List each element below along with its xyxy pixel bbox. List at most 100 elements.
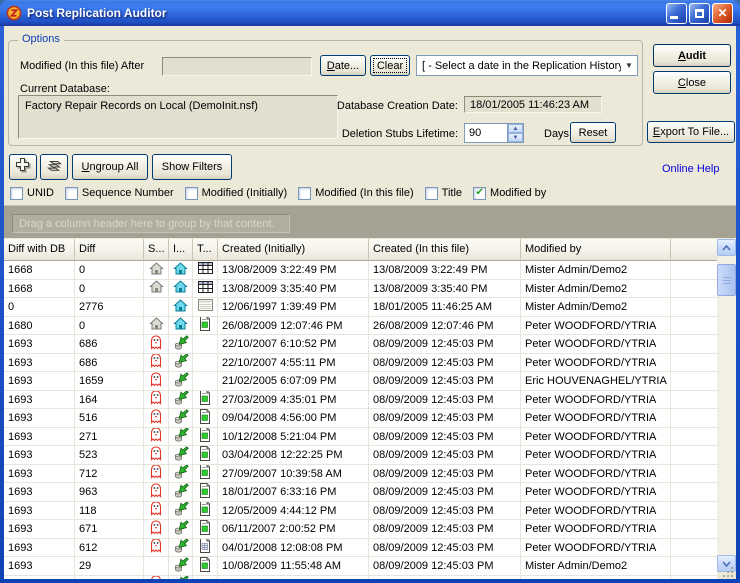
table-row[interactable] [4, 576, 717, 580]
cell-filler [671, 483, 717, 502]
table-row[interactable]: 1693 118 12/05/2009 4:44:12 PM 08/09/200… [4, 502, 717, 521]
cell-modified-by: Peter WOODFORD/YTRIA [521, 409, 671, 428]
cell-modified-by: Peter WOODFORD/YTRIA [521, 520, 671, 539]
column-header-i[interactable]: I... [169, 239, 193, 261]
modified-after-input[interactable] [162, 57, 312, 76]
audit-button[interactable]: Audit [653, 44, 731, 67]
cell-modified-by: Mister Admin/Demo2 [521, 261, 671, 280]
current-database-value: Factory Repair Records on Local (DemoIni… [18, 95, 338, 139]
checkbox[interactable] [425, 187, 438, 200]
deletion-stubs-stepper[interactable]: 90 ▲ ▼ [464, 123, 524, 143]
cell-t-icon [193, 298, 218, 317]
table-row[interactable]: 1693 516 09/04/2008 4:56:00 PM 08/09/200… [4, 409, 717, 428]
checkbox[interactable] [298, 187, 311, 200]
minimize-button[interactable] [666, 3, 687, 24]
resize-grip[interactable] [722, 566, 734, 578]
cell-diff: 686 [75, 335, 144, 354]
table-row[interactable]: 1693 686 22/10/2007 4:55:11 PM 08/09/200… [4, 354, 717, 373]
checkbox-label: Modified by [490, 187, 546, 199]
ghost-icon [149, 539, 163, 557]
grouping-drop-zone[interactable]: Drag a column header here to group by th… [4, 205, 736, 238]
table-row[interactable]: 1693 712 27/09/2007 10:39:58 AM 08/09/20… [4, 465, 717, 484]
reset-button[interactable]: Reset [570, 122, 616, 143]
grouping-hint: Drag a column header here to group by th… [12, 214, 290, 233]
table-row[interactable]: 1668 0 13/08/2009 3:35:40 PM 13/08/2009 … [4, 280, 717, 299]
vertical-scrollbar[interactable] [717, 239, 736, 572]
cell-diff: 516 [75, 409, 144, 428]
chevron-down-icon[interactable]: ▼ [621, 61, 637, 70]
expand-groups-button[interactable] [9, 154, 37, 180]
column-header-created-initially[interactable]: Created (Initially) [218, 239, 369, 261]
column-header-created-in-file[interactable]: Created (In this file) [369, 239, 521, 261]
cell-created-initially: 10/08/2009 11:55:48 AM [218, 557, 369, 576]
table-row[interactable]: 1693 164 27/03/2009 4:35:01 PM 08/09/200… [4, 391, 717, 410]
table-row[interactable]: 1693 686 22/10/2007 6:10:52 PM 08/09/200… [4, 335, 717, 354]
cell-diff-with-db: 1680 [4, 317, 75, 336]
spin-down-button[interactable]: ▼ [508, 133, 523, 142]
table-row[interactable]: 1693 1659 21/02/2005 6:07:09 PM 08/09/20… [4, 372, 717, 391]
cell-modified-by: Peter WOODFORD/YTRIA [521, 483, 671, 502]
online-help-link[interactable]: Online Help [662, 163, 719, 175]
cell-t-icon [193, 557, 218, 576]
cell-filler [671, 539, 717, 558]
cell-filler [671, 298, 717, 317]
spin-up-button[interactable]: ▲ [508, 124, 523, 133]
deletion-stubs-value[interactable]: 90 [465, 124, 507, 142]
doc-icon [199, 465, 211, 483]
cell-filler [671, 280, 717, 299]
column-header-t[interactable]: T... [193, 239, 218, 261]
cell-t-icon [193, 372, 218, 391]
export-to-file-button[interactable]: Export To File... [647, 121, 735, 143]
checkbox[interactable] [65, 187, 78, 200]
close-window-button[interactable]: ✕ [712, 3, 733, 24]
checkbox[interactable] [185, 187, 198, 200]
checkbox-label: Title [442, 187, 462, 199]
table-row[interactable]: 1693 29 10/08/2009 11:55:48 AM 08/09/200… [4, 557, 717, 576]
column-toggle[interactable]: UNID [10, 187, 54, 200]
column-header-s[interactable]: S... [144, 239, 169, 261]
cell-created-initially: 27/09/2007 10:39:58 AM [218, 465, 369, 484]
column-toggle[interactable]: Modified (Initially) [185, 187, 288, 200]
replication-history-dropdown[interactable]: [ - Select a date in the Replication His… [416, 55, 638, 76]
ungroup-all-button[interactable]: Ungroup All [72, 154, 148, 180]
date-button[interactable]: Date... [320, 55, 366, 76]
column-header-modified-by[interactable]: Modified by [521, 239, 671, 261]
table-row[interactable]: 1693 612 04/01/2008 12:08:08 PM 08/09/20… [4, 539, 717, 558]
cell-filler [671, 557, 717, 576]
table-row[interactable]: 1693 671 06/11/2007 2:00:52 PM 08/09/200… [4, 520, 717, 539]
collapse-groups-button[interactable] [40, 154, 68, 180]
table-row[interactable]: 1693 963 18/01/2007 6:33:16 PM 08/09/200… [4, 483, 717, 502]
close-button[interactable]: Close [653, 71, 731, 94]
table-row[interactable]: 1693 523 03/04/2008 12:22:25 PM 08/09/20… [4, 446, 717, 465]
cell-filler [671, 372, 717, 391]
column-toggle[interactable]: ✔ Modified by [473, 187, 546, 200]
column-toggle[interactable]: Sequence Number [65, 187, 174, 200]
doc-icon [199, 483, 211, 501]
table-row[interactable]: 1693 271 10/12/2008 5:21:04 PM 08/09/200… [4, 428, 717, 447]
show-filters-button[interactable]: Show Filters [152, 154, 232, 180]
cell-s-icon [144, 557, 169, 576]
cell-modified-by: Peter WOODFORD/YTRIA [521, 502, 671, 521]
table-row[interactable]: 1680 0 26/08/2009 12:07:46 PM 26/08/2009… [4, 317, 717, 336]
ghost-icon [149, 409, 163, 427]
checkbox[interactable] [10, 187, 23, 200]
column-header-diff[interactable]: Diff [75, 239, 144, 261]
scroll-up-button[interactable] [717, 239, 736, 256]
column-header-diff-with-db[interactable]: Diff with DB [4, 239, 75, 261]
maximize-button[interactable] [689, 3, 710, 24]
cell-i-icon [169, 557, 193, 576]
cell-diff-with-db: 1693 [4, 372, 75, 391]
table-row[interactable]: 1668 0 13/08/2009 3:22:49 PM 13/08/2009 … [4, 261, 717, 280]
cell-modified-by: Mister Admin/Demo2 [521, 280, 671, 299]
column-toggle[interactable]: Modified (In this file) [298, 187, 413, 200]
cell-s-icon [144, 576, 169, 580]
table-row[interactable]: 0 2776 12/06/1997 1:39:49 PM 18/01/2005 … [4, 298, 717, 317]
deletion-stubs-label: Deletion Stubs Lifetime: [330, 128, 458, 140]
checkbox[interactable]: ✔ [473, 187, 486, 200]
cell-filler [671, 409, 717, 428]
clear-button[interactable]: Clear [370, 55, 410, 76]
db-creation-date-value: 18/01/2005 11:46:23 AM [464, 96, 602, 113]
column-toggle[interactable]: Title [425, 187, 462, 200]
scrollbar-thumb[interactable] [717, 264, 736, 296]
cell-diff: 271 [75, 428, 144, 447]
